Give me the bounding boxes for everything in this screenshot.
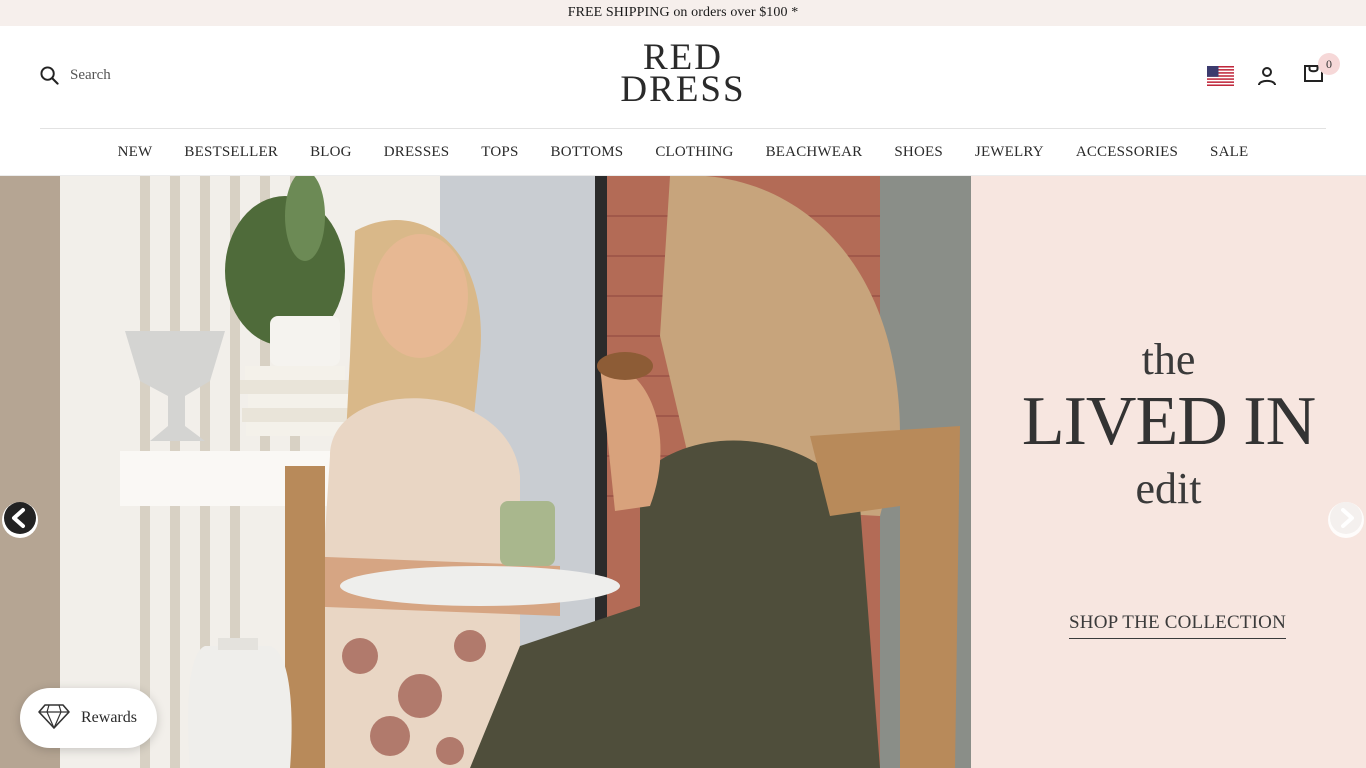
announcement-bar: FREE SHIPPING on orders over $100 * [0, 0, 1366, 26]
nav-item-accessories[interactable]: ACCESSORIES [1060, 144, 1194, 161]
slideshow-next-button[interactable] [1328, 501, 1364, 540]
nav-item-bottoms[interactable]: BOTTOMS [535, 144, 640, 161]
diamond-icon [37, 702, 71, 735]
nav-item-clothing[interactable]: CLOTHING [639, 144, 749, 161]
promo-panel: the LIVED IN edit SHOP THE COLLECTION [971, 176, 1366, 768]
shop-collection-link[interactable]: SHOP THE COLLECTION [1069, 612, 1287, 639]
rewards-label: Rewards [81, 709, 137, 726]
hero-slideshow: the LIVED IN edit SHOP THE COLLECTION [0, 176, 1366, 768]
slideshow-prev-button[interactable] [2, 501, 38, 540]
nav-item-new[interactable]: NEW [102, 144, 169, 161]
promo-title: LIVED IN [1021, 383, 1316, 460]
announcement-text: FREE SHIPPING on orders over $100 * [567, 5, 799, 20]
nav-item-beachwear[interactable]: BEACHWEAR [750, 144, 879, 161]
promo-edit: edit [1135, 464, 1202, 513]
header-actions: 0 [1206, 53, 1340, 89]
rewards-button[interactable]: Rewards [20, 688, 157, 748]
chevron-right-icon[interactable] [1329, 501, 1363, 540]
nav-item-bestseller[interactable]: BESTSELLER [168, 144, 294, 161]
nav-item-jewelry[interactable]: JEWELRY [959, 144, 1060, 161]
nav-item-tops[interactable]: TOPS [465, 144, 534, 161]
main-nav: NEW BESTSELLER BLOG DRESSES TOPS BOTTOMS… [0, 129, 1366, 175]
promo-the: the [1141, 335, 1196, 384]
nav-item-shoes[interactable]: SHOES [878, 144, 959, 161]
cart-count-badge: 0 [1318, 53, 1340, 75]
logo-line-2: DRESS [620, 69, 746, 110]
site-header: Search RED DRESS 0 [0, 26, 1366, 128]
nav-item-dresses[interactable]: DRESSES [368, 144, 466, 161]
us-flag-icon[interactable] [1206, 63, 1234, 89]
nav-item-blog[interactable]: BLOG [294, 144, 368, 161]
account-icon[interactable] [1254, 63, 1280, 89]
hero-photo[interactable] [0, 176, 971, 768]
chevron-left-icon[interactable] [3, 501, 37, 540]
site-logo[interactable]: RED DRESS [0, 39, 1366, 110]
nav-item-sale[interactable]: SALE [1194, 144, 1264, 161]
cart-button[interactable]: 0 [1300, 53, 1340, 89]
